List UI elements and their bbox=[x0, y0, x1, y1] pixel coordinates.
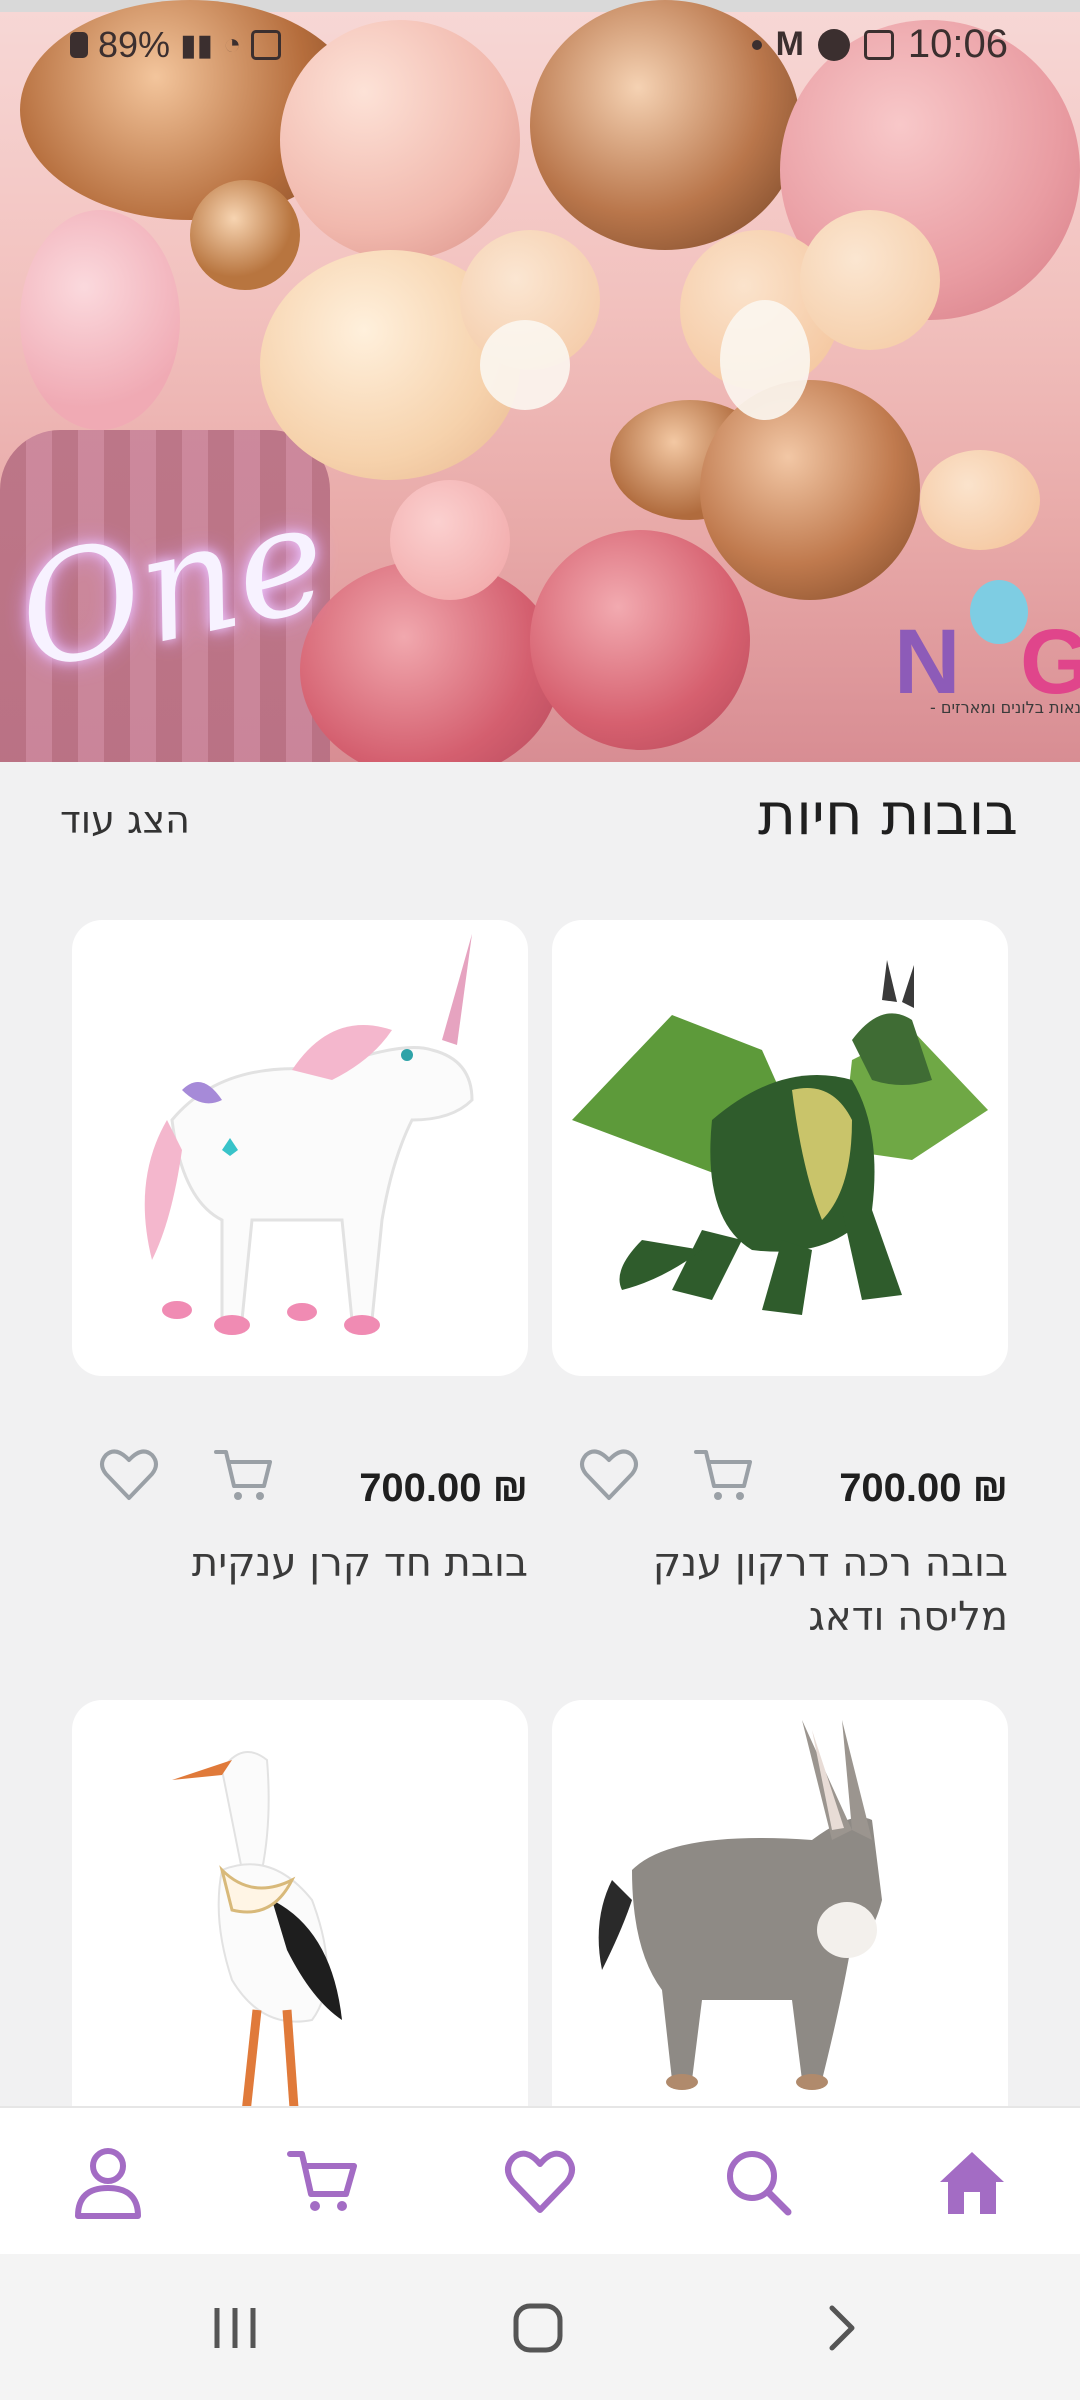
add-to-cart-icon[interactable] bbox=[688, 1440, 758, 1510]
balloon bbox=[390, 480, 510, 600]
cart-icon[interactable] bbox=[284, 2142, 364, 2222]
balloon bbox=[190, 180, 300, 290]
wishlist-heart-icon[interactable] bbox=[574, 1440, 644, 1510]
product-card-image[interactable] bbox=[552, 920, 1008, 1376]
home-icon[interactable] bbox=[932, 2142, 1012, 2222]
unicorn-plush-image bbox=[144, 934, 474, 1335]
status-right: M 10:06 bbox=[751, 22, 1008, 67]
balloon bbox=[800, 210, 940, 350]
home-button-icon[interactable] bbox=[508, 2298, 568, 2358]
balloon bbox=[20, 210, 180, 430]
product-name[interactable]: בובת חד קרן ענקית bbox=[128, 1536, 528, 1590]
product-card-image[interactable] bbox=[552, 1700, 1008, 2156]
status-bar: 89% ▮▮ ◔ M 10:06 bbox=[0, 20, 1080, 76]
hero-banner[interactable]: One N G נאות בלונים ומארזים - bbox=[0, 0, 1080, 762]
brand-logo: N G נאות בלונים ומארזים - bbox=[890, 570, 1080, 720]
wifi-icon: ◔ bbox=[223, 28, 242, 61]
system-navigation-bar bbox=[0, 2254, 1080, 2400]
signal-icon: ▮▮ bbox=[180, 28, 214, 62]
notification-dot-icon bbox=[751, 39, 762, 50]
heart-icon[interactable] bbox=[500, 2142, 580, 2222]
user-icon[interactable] bbox=[68, 2142, 148, 2222]
donkey-plush-image bbox=[598, 1720, 882, 2090]
product-card-image[interactable] bbox=[72, 1700, 528, 2156]
status-left: 89% ▮▮ ◔ bbox=[70, 24, 282, 66]
back-icon[interactable] bbox=[810, 2298, 870, 2358]
product-price: ₪ 700.00 bbox=[359, 1466, 528, 1510]
clock: 10:06 bbox=[907, 22, 1008, 66]
recent-apps-icon[interactable] bbox=[205, 2298, 265, 2358]
app-notification-icon bbox=[817, 28, 850, 61]
stork-plush-image bbox=[172, 1751, 342, 2151]
logo-tagline: נאות בלונים ומארזים - bbox=[930, 698, 1080, 717]
wishlist-heart-icon[interactable] bbox=[94, 1440, 164, 1510]
balloon bbox=[530, 530, 750, 750]
orchid-flowers bbox=[720, 300, 810, 420]
product-price: ₪ 700.00 bbox=[839, 1466, 1008, 1510]
gallery-icon bbox=[863, 29, 894, 60]
add-to-cart-icon[interactable] bbox=[208, 1440, 278, 1510]
balloon bbox=[920, 450, 1040, 550]
battery-icon bbox=[70, 32, 88, 58]
orchid-flowers bbox=[480, 320, 570, 410]
balloon bbox=[700, 380, 920, 600]
bottom-navigation bbox=[0, 2106, 1080, 2254]
battery-level: 89% bbox=[98, 24, 171, 65]
section-title: בובות חיות bbox=[757, 780, 1018, 848]
search-icon[interactable] bbox=[718, 2142, 798, 2222]
dragon-plush-image bbox=[572, 960, 988, 1315]
product-name[interactable]: בובה רכה דרקון ענק מליסה ודאג bbox=[608, 1536, 1008, 1644]
gmail-icon: M bbox=[775, 25, 804, 63]
nfc-icon bbox=[251, 30, 282, 60]
product-card-image[interactable] bbox=[72, 920, 528, 1376]
show-more-link[interactable]: הצג עוד bbox=[60, 798, 190, 842]
